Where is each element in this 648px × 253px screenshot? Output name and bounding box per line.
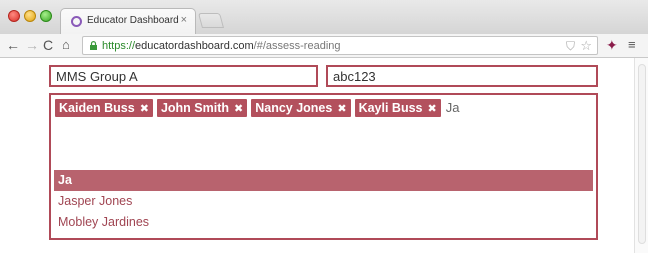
- remove-tag-icon[interactable]: ✖: [337, 102, 346, 115]
- minimize-window-button[interactable]: [24, 10, 36, 22]
- tag-label: Nancy Jones: [255, 101, 333, 115]
- browser-titlebar: Educator Dashboard ×: [0, 0, 648, 34]
- remove-tag-icon[interactable]: ✖: [140, 102, 149, 115]
- remove-tag-icon[interactable]: ✖: [427, 102, 436, 115]
- student-tag-input[interactable]: Kaiden Buss ✖ John Smith ✖ Nancy Jones ✖ Ka…: [49, 93, 598, 240]
- extension-icon[interactable]: ✦: [606, 37, 618, 54]
- tag-label: Kayli Buss: [358, 101, 423, 115]
- url-path: /#/assess-reading: [253, 40, 341, 52]
- group-name-input[interactable]: MMS Group A: [49, 65, 318, 87]
- page-content: MMS Group A abc123 Kaiden Buss ✖ John Smi…: [0, 58, 648, 253]
- browser-tab[interactable]: Educator Dashboard ×: [60, 8, 196, 34]
- student-tag: Kaiden Buss ✖: [55, 99, 153, 117]
- tab-favicon-icon: [71, 16, 82, 27]
- new-tab-button[interactable]: [197, 13, 225, 28]
- student-tag: Kayli Buss ✖: [354, 99, 441, 117]
- suggestion-item-active[interactable]: Ja: [54, 170, 593, 191]
- tab-close-icon[interactable]: ×: [181, 14, 187, 26]
- page-scrollbar[interactable]: [634, 58, 648, 253]
- browser-menu-icon[interactable]: ≡: [628, 37, 636, 52]
- student-tag: Nancy Jones ✖: [251, 99, 351, 117]
- home-icon[interactable]: ⌂: [62, 37, 70, 53]
- access-code-input[interactable]: abc123: [326, 65, 598, 87]
- tag-label: Kaiden Buss: [59, 101, 135, 115]
- address-bar[interactable]: https://educatordashboard.com/#/assess-r…: [82, 36, 598, 55]
- suggestion-item[interactable]: Mobley Jardines: [54, 212, 593, 233]
- tab-title: Educator Dashboard: [87, 15, 179, 26]
- shield-icon[interactable]: ⛉: [566, 39, 575, 54]
- tags-row: Kaiden Buss ✖ John Smith ✖ Nancy Jones ✖ Ka…: [55, 99, 459, 117]
- tag-label: John Smith: [160, 101, 229, 115]
- bookmark-star-icon[interactable]: ☆: [580, 38, 592, 54]
- browser-toolbar: ← → C ⌂ https://educatordashboard.com/#/…: [0, 34, 648, 58]
- forward-arrow-icon[interactable]: →: [25, 37, 39, 53]
- remove-tag-icon[interactable]: ✖: [234, 102, 243, 115]
- lock-icon: [90, 41, 97, 50]
- back-arrow-icon[interactable]: ←: [6, 37, 20, 53]
- close-window-button[interactable]: [8, 10, 20, 22]
- scrollbar-thumb[interactable]: [638, 64, 646, 244]
- zoom-window-button[interactable]: [40, 10, 52, 22]
- tag-query-text[interactable]: Ja: [446, 99, 460, 117]
- reload-icon[interactable]: C: [43, 37, 53, 53]
- student-tag: John Smith ✖: [156, 99, 248, 117]
- url-scheme: https://: [102, 40, 136, 52]
- url-host: educatordashboard.com: [135, 40, 254, 52]
- url-text: https://educatordashboard.com/#/assess-r…: [102, 40, 341, 52]
- suggestion-item[interactable]: Jasper Jones: [54, 191, 593, 212]
- suggestion-list: Ja Jasper Jones Mobley Jardines: [54, 170, 593, 233]
